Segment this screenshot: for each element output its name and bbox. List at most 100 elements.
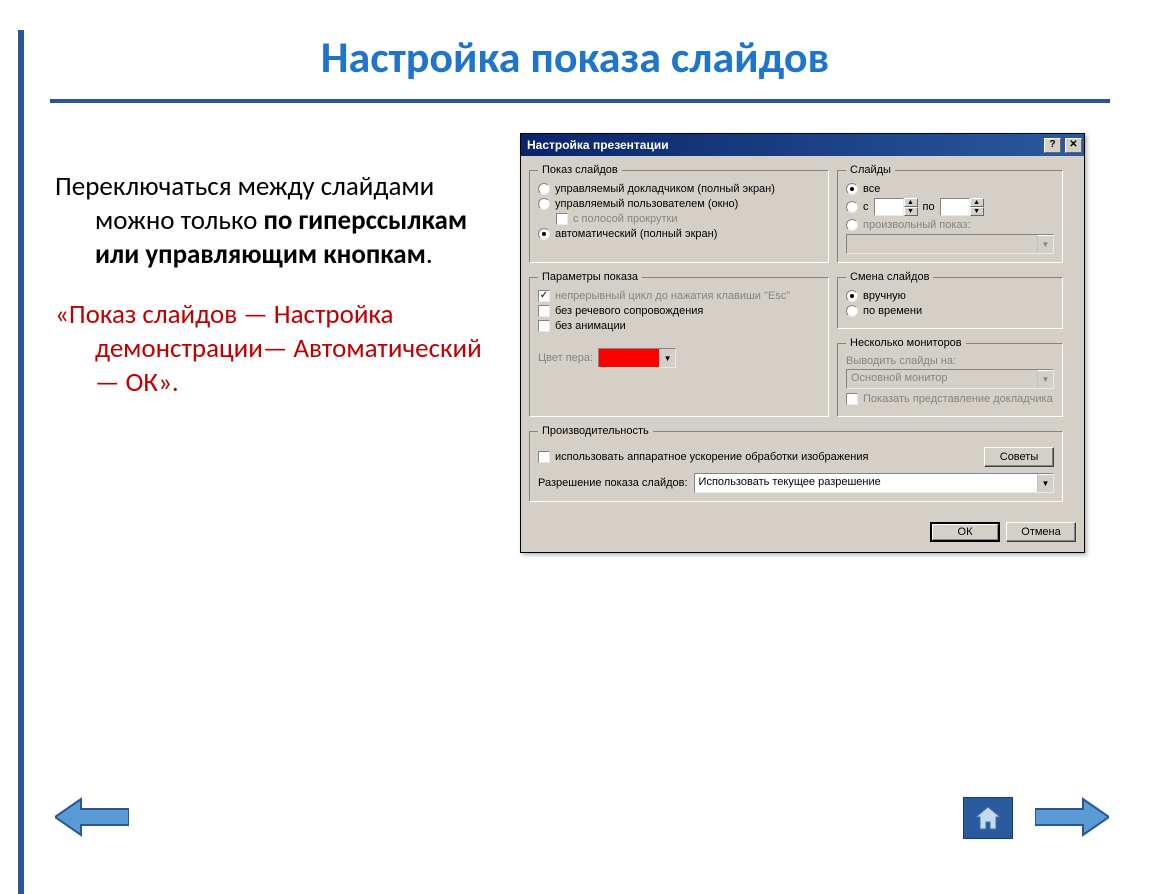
dropdown-text xyxy=(847,235,1037,253)
radio-range-slides[interactable]: с ▲▼ по ▲▼ xyxy=(846,198,1054,216)
title-rule xyxy=(50,99,1110,103)
pen-color-dropdown[interactable]: ▼ xyxy=(598,348,676,368)
p1-tail: . xyxy=(426,238,433,271)
checkbox-label: с полосой прокрутки xyxy=(573,213,677,225)
group-advance-legend: Смена слайдов xyxy=(846,271,933,283)
radio-icon xyxy=(538,228,550,240)
group-perf-legend: Производительность xyxy=(538,425,653,437)
spin-to[interactable]: ▲▼ xyxy=(940,198,984,216)
group-advance: Смена слайдов вручную по времени xyxy=(837,271,1063,329)
checkbox-icon xyxy=(556,213,568,225)
checkbox-label: непрерывный цикл до нажатия клавиши "Esc… xyxy=(555,290,790,302)
resolution-dropdown[interactable]: Использовать текущее разрешение ▼ xyxy=(694,473,1054,493)
dialog-titlebar[interactable]: Настройка презентации ? ✕ xyxy=(521,134,1084,156)
custom-show-dropdown: ▼ xyxy=(846,234,1054,254)
presentation-settings-dialog: Настройка презентации ? ✕ Показ слайдов … xyxy=(520,133,1085,553)
checkbox-label: без речевого сопровождения xyxy=(555,305,703,317)
paragraph-2: «Показ слайдов — Настройка демонстрации—… xyxy=(55,298,500,399)
checkbox-icon xyxy=(538,305,550,317)
slide-title: Настройка показа слайдов xyxy=(0,30,1150,84)
color-swatch xyxy=(599,349,659,367)
checkbox-no-animation[interactable]: без анимации xyxy=(538,320,820,332)
dialog-title: Настройка презентации xyxy=(527,138,1042,152)
dropdown-text: Основной монитор xyxy=(847,370,1037,388)
group-slides-legend: Слайды xyxy=(846,164,895,176)
checkbox-no-narration[interactable]: без речевого сопровождения xyxy=(538,305,820,317)
checkbox-hw-accel[interactable]: использовать аппаратное ускорение обрабо… xyxy=(538,451,978,463)
radio-label: по времени xyxy=(863,305,922,317)
checkbox-loop-esc: непрерывный цикл до нажатия клавиши "Esc… xyxy=(538,290,820,302)
radio-label: произвольный показ: xyxy=(863,219,971,231)
nav-home-button[interactable] xyxy=(963,797,1013,839)
perf-res-row: Разрешение показа слайдов: Использовать … xyxy=(538,473,1054,493)
checkbox-icon xyxy=(846,393,858,405)
checkbox-scrollbar: с полосой прокрутки xyxy=(556,213,820,225)
radio-timings[interactable]: по времени xyxy=(846,305,1054,317)
radio-icon xyxy=(538,198,550,210)
spin-from[interactable]: ▲▼ xyxy=(874,198,918,216)
group-monitors-legend: Несколько мониторов xyxy=(846,337,966,349)
dialog-container: Настройка презентации ? ✕ Показ слайдов … xyxy=(520,133,1085,553)
dialog-body: Показ слайдов управляемый докладчиком (п… xyxy=(521,156,1084,518)
group-params-legend: Параметры показа xyxy=(538,271,642,283)
spin-down-icon[interactable]: ▼ xyxy=(970,207,984,216)
monitor-dropdown: Основной монитор ▼ xyxy=(846,369,1054,389)
checkbox-presenter-view: Показать представление докладчика xyxy=(846,393,1054,405)
radio-label: управляемый пользователем (окно) xyxy=(555,198,738,210)
dropdown-text: Использовать текущее разрешение xyxy=(695,474,1037,492)
radio-all-slides[interactable]: все xyxy=(846,183,1054,195)
checkbox-icon xyxy=(538,320,550,332)
group-monitors: Несколько мониторов Выводить слайды на: … xyxy=(837,337,1063,417)
monitor-output-label: Выводить слайды на: xyxy=(846,355,1054,367)
chevron-down-icon: ▼ xyxy=(1037,235,1053,253)
perf-hw-row: использовать аппаратное ускорение обрабо… xyxy=(538,447,1054,467)
radio-custom-show: произвольный показ: xyxy=(846,219,1054,231)
radio-manual[interactable]: вручную xyxy=(846,290,1054,302)
chevron-down-icon: ▼ xyxy=(1037,370,1053,388)
dialog-buttons: ОК Отмена xyxy=(521,518,1084,552)
checkbox-label: Показать представление докладчика xyxy=(863,393,1053,405)
slide-left-border xyxy=(18,30,24,894)
checkbox-icon xyxy=(538,451,550,463)
radio-label: все xyxy=(863,183,880,195)
pen-color-row: Цвет пера: ▼ xyxy=(538,348,820,368)
pen-color-label: Цвет пера: xyxy=(538,352,593,364)
checkbox-icon xyxy=(538,290,550,302)
spin-up-icon[interactable]: ▲ xyxy=(904,198,918,207)
chevron-down-icon[interactable]: ▼ xyxy=(1037,474,1053,492)
help-button[interactable]: ? xyxy=(1044,138,1061,153)
nav-previous-button[interactable] xyxy=(55,795,129,839)
left-text-block: Переключаться между слайдами можно тольк… xyxy=(0,133,510,553)
resolution-label: Разрешение показа слайдов: xyxy=(538,477,688,489)
checkbox-label: использовать аппаратное ускорение обрабо… xyxy=(555,451,868,463)
radio-user-window[interactable]: управляемый пользователем (окно) xyxy=(538,198,820,210)
group-params: Параметры показа непрерывный цикл до наж… xyxy=(529,271,829,417)
radio-label: вручную xyxy=(863,290,906,302)
cancel-button[interactable]: Отмена xyxy=(1006,522,1076,542)
radio-icon xyxy=(846,219,858,231)
radio-label: управляемый докладчиком (полный экран) xyxy=(555,183,775,195)
chevron-down-icon[interactable]: ▼ xyxy=(659,349,675,367)
close-button[interactable]: ✕ xyxy=(1065,138,1082,153)
paragraph-1: Переключаться между слайдами можно тольк… xyxy=(55,170,500,271)
radio-icon xyxy=(846,201,858,213)
spin-up-icon[interactable]: ▲ xyxy=(970,198,984,207)
radio-presenter-full[interactable]: управляемый докладчиком (полный экран) xyxy=(538,183,820,195)
radio-icon xyxy=(538,183,550,195)
spin-down-icon[interactable]: ▼ xyxy=(904,207,918,216)
checkbox-label: без анимации xyxy=(555,320,626,332)
to-label: по xyxy=(923,201,935,213)
spin-from-input[interactable] xyxy=(874,198,904,216)
radio-icon xyxy=(846,305,858,317)
content-area: Переключаться между слайдами можно тольк… xyxy=(0,133,1150,553)
from-label: с xyxy=(863,201,869,213)
radio-icon xyxy=(846,183,858,195)
group-slides: Слайды все с ▲▼ по ▲▼ xyxy=(837,164,1063,263)
group-show-type: Показ слайдов управляемый докладчиком (п… xyxy=(529,164,829,263)
ok-button[interactable]: ОК xyxy=(930,522,1000,542)
radio-label: автоматический (полный экран) xyxy=(555,228,717,240)
radio-auto-full[interactable]: автоматический (полный экран) xyxy=(538,228,820,240)
nav-next-button[interactable] xyxy=(1035,795,1109,839)
tips-button[interactable]: Советы xyxy=(984,447,1054,467)
spin-to-input[interactable] xyxy=(940,198,970,216)
